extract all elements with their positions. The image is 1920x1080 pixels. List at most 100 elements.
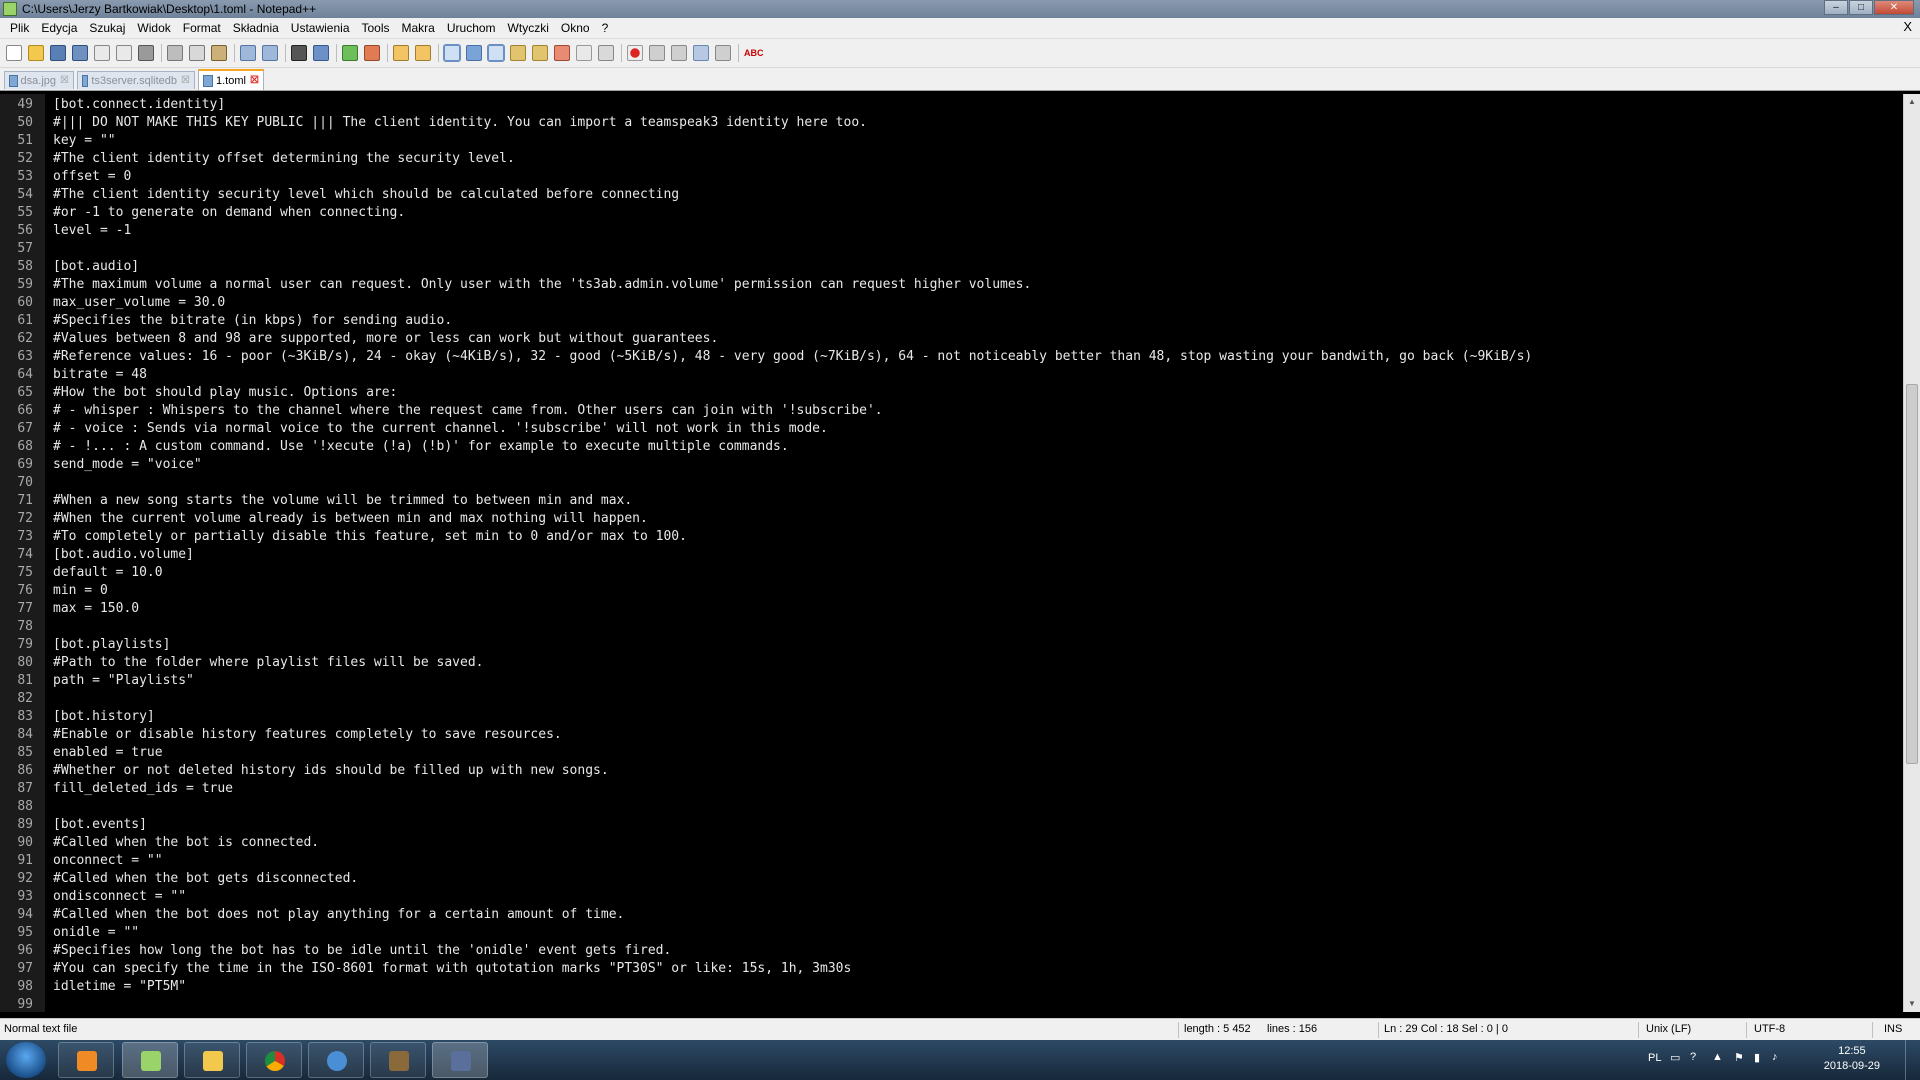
- code-line[interactable]: 79 [bot.playlists]: [0, 636, 1903, 654]
- maximize-button[interactable]: □: [1849, 0, 1873, 15]
- code-line[interactable]: 88: [0, 798, 1903, 816]
- menu-item[interactable]: Makra: [396, 18, 441, 38]
- taskbar-network-tool[interactable]: [432, 1042, 488, 1078]
- print-icon[interactable]: [138, 45, 154, 61]
- code-line[interactable]: 80 #Path to the folder where playlist fil…: [0, 654, 1903, 672]
- spell-check-icon[interactable]: ABC: [744, 45, 764, 61]
- new-file-icon[interactable]: [6, 45, 22, 61]
- scrollbar-thumb[interactable]: [1906, 384, 1918, 764]
- editor[interactable]: 49 [bot.connect.identity] 50 #||| DO NOT MA…: [0, 94, 1903, 1012]
- cut-icon[interactable]: [167, 45, 183, 61]
- find-icon[interactable]: [291, 45, 307, 61]
- sync-horizontal-icon[interactable]: [415, 45, 431, 61]
- sync-vertical-icon[interactable]: [393, 45, 409, 61]
- encoding-status[interactable]: UTF-8: [1754, 1023, 1785, 1035]
- code-line[interactable]: 72 #When the current volume already is be…: [0, 510, 1903, 528]
- menu-item[interactable]: ?: [596, 18, 615, 38]
- code-line[interactable]: 73 #To completely or partially disable th…: [0, 528, 1903, 546]
- network-signal-icon[interactable]: ▮: [1754, 1051, 1760, 1064]
- stop-recording-icon[interactable]: [649, 45, 665, 61]
- tab-ts3server-sqlitedb[interactable]: ts3server.sqlitedb ☒: [77, 71, 195, 89]
- copy-icon[interactable]: [189, 45, 205, 61]
- code-line[interactable]: 84 #Enable or disable history features co…: [0, 726, 1903, 744]
- code-line[interactable]: 67 # - voice : Sends via normal voice to …: [0, 420, 1903, 438]
- undo-icon[interactable]: [240, 45, 256, 61]
- word-wrap-icon[interactable]: [443, 44, 461, 62]
- save-macro-icon[interactable]: [715, 45, 731, 61]
- menu-item[interactable]: Okno: [555, 18, 596, 38]
- code-line[interactable]: 95 onidle = "": [0, 924, 1903, 942]
- code-line[interactable]: 92 #Called when the bot gets disconnected…: [0, 870, 1903, 888]
- open-file-icon[interactable]: [28, 45, 44, 61]
- code-line[interactable]: 49 [bot.connect.identity]: [0, 96, 1903, 114]
- action-center-flag-icon[interactable]: ⚑: [1734, 1051, 1744, 1064]
- scroll-down-arrow-icon[interactable]: ▼: [1904, 996, 1920, 1012]
- code-line[interactable]: 96 #Specifies how long the bot has to be …: [0, 942, 1903, 960]
- scroll-up-arrow-icon[interactable]: ▲: [1904, 94, 1920, 110]
- start-button-icon[interactable]: [6, 1042, 46, 1078]
- menu-item[interactable]: Widok: [131, 18, 176, 38]
- code-line[interactable]: 59 #The maximum volume a normal user can …: [0, 276, 1903, 294]
- code-line[interactable]: 51 key = "": [0, 132, 1903, 150]
- menu-item[interactable]: Ustawienia: [285, 18, 356, 38]
- code-line[interactable]: 50 #||| DO NOT MAKE THIS KEY PUBLIC ||| T…: [0, 114, 1903, 132]
- menu-item[interactable]: Tools: [356, 18, 396, 38]
- show-all-characters-icon[interactable]: [466, 45, 482, 61]
- code-line[interactable]: 62 #Values between 8 and 98 are supported…: [0, 330, 1903, 348]
- insert-mode-status[interactable]: INS: [1884, 1023, 1902, 1035]
- tab-1-toml[interactable]: 1.toml ☒: [198, 69, 264, 90]
- eol-status[interactable]: Unix (LF): [1646, 1023, 1691, 1035]
- code-line[interactable]: 64 bitrate = 48: [0, 366, 1903, 384]
- menu-item[interactable]: Składnia: [227, 18, 285, 38]
- code-line[interactable]: 76 min = 0: [0, 582, 1903, 600]
- function-list-icon[interactable]: [554, 45, 570, 61]
- code-line[interactable]: 71 #When a new song starts the volume wil…: [0, 492, 1903, 510]
- code-line[interactable]: 69 send_mode = "voice": [0, 456, 1903, 474]
- close-tab-icon[interactable]: ☒: [60, 75, 69, 86]
- close-tab-icon[interactable]: ☒: [250, 75, 259, 86]
- code-line[interactable]: 68 # - !... : A custom command. Use '!xec…: [0, 438, 1903, 456]
- playback-icon[interactable]: [671, 45, 687, 61]
- clock[interactable]: 12:55 2018-09-29: [1824, 1044, 1880, 1074]
- code-line[interactable]: 55 #or -1 to generate on demand when conn…: [0, 204, 1903, 222]
- taskbar-explorer[interactable]: [184, 1042, 240, 1078]
- code-line[interactable]: 97 #You can specify the time in the ISO-8…: [0, 960, 1903, 978]
- code-line[interactable]: 87 fill_deleted_ids = true: [0, 780, 1903, 798]
- replace-icon[interactable]: [313, 45, 329, 61]
- language-indicator[interactable]: PL: [1648, 1052, 1661, 1064]
- menu-item[interactable]: Plik: [4, 18, 35, 38]
- code-line[interactable]: 60 max_user_volume = 30.0: [0, 294, 1903, 312]
- taskbar-chrome[interactable]: [246, 1042, 302, 1078]
- code-line[interactable]: 66 # - whisper : Whispers to the channel …: [0, 402, 1903, 420]
- run-macro-multiple-icon[interactable]: [693, 45, 709, 61]
- show-desktop-button[interactable]: [1905, 1040, 1920, 1080]
- indent-guide-icon[interactable]: [487, 44, 505, 62]
- document-map-icon[interactable]: [532, 45, 548, 61]
- code-line[interactable]: 99: [0, 996, 1903, 1012]
- code-line[interactable]: 61 #Specifies the bitrate (in kbps) for s…: [0, 312, 1903, 330]
- code-line[interactable]: 93 ondisconnect = "": [0, 888, 1903, 906]
- code-line[interactable]: 81 path = "Playlists": [0, 672, 1903, 690]
- zoom-out-icon[interactable]: [364, 45, 380, 61]
- volume-icon[interactable]: ♪: [1772, 1051, 1778, 1063]
- folder-as-workspace-icon[interactable]: [576, 45, 592, 61]
- code-line[interactable]: 56 level = -1: [0, 222, 1903, 240]
- code-line[interactable]: 63 #Reference values: 16 - poor (~3KiB/s)…: [0, 348, 1903, 366]
- taskbar-notepadpp[interactable]: [122, 1042, 178, 1078]
- tab-dsa-jpg[interactable]: dsa.jpg ☒: [4, 71, 74, 89]
- code-line[interactable]: 91 onconnect = "": [0, 852, 1903, 870]
- taskbar-minecraft[interactable]: [370, 1042, 426, 1078]
- code-line[interactable]: 52 #The client identity offset determinin…: [0, 150, 1903, 168]
- vertical-scrollbar[interactable]: ▲ ▼: [1903, 94, 1920, 1012]
- paste-icon[interactable]: [211, 45, 227, 61]
- show-hidden-icons-icon[interactable]: ▲: [1712, 1051, 1723, 1063]
- code-line[interactable]: 58 [bot.audio]: [0, 258, 1903, 276]
- close-file-icon[interactable]: [94, 45, 110, 61]
- menu-item[interactable]: Wtyczki: [502, 18, 555, 38]
- close-document-button[interactable]: X: [1903, 19, 1912, 34]
- menu-item[interactable]: Format: [177, 18, 227, 38]
- code-line[interactable]: 98 idletime = "PT5M": [0, 978, 1903, 996]
- menu-item[interactable]: Szukaj: [83, 18, 131, 38]
- save-all-icon[interactable]: [72, 45, 88, 61]
- close-button[interactable]: ✕: [1874, 0, 1914, 15]
